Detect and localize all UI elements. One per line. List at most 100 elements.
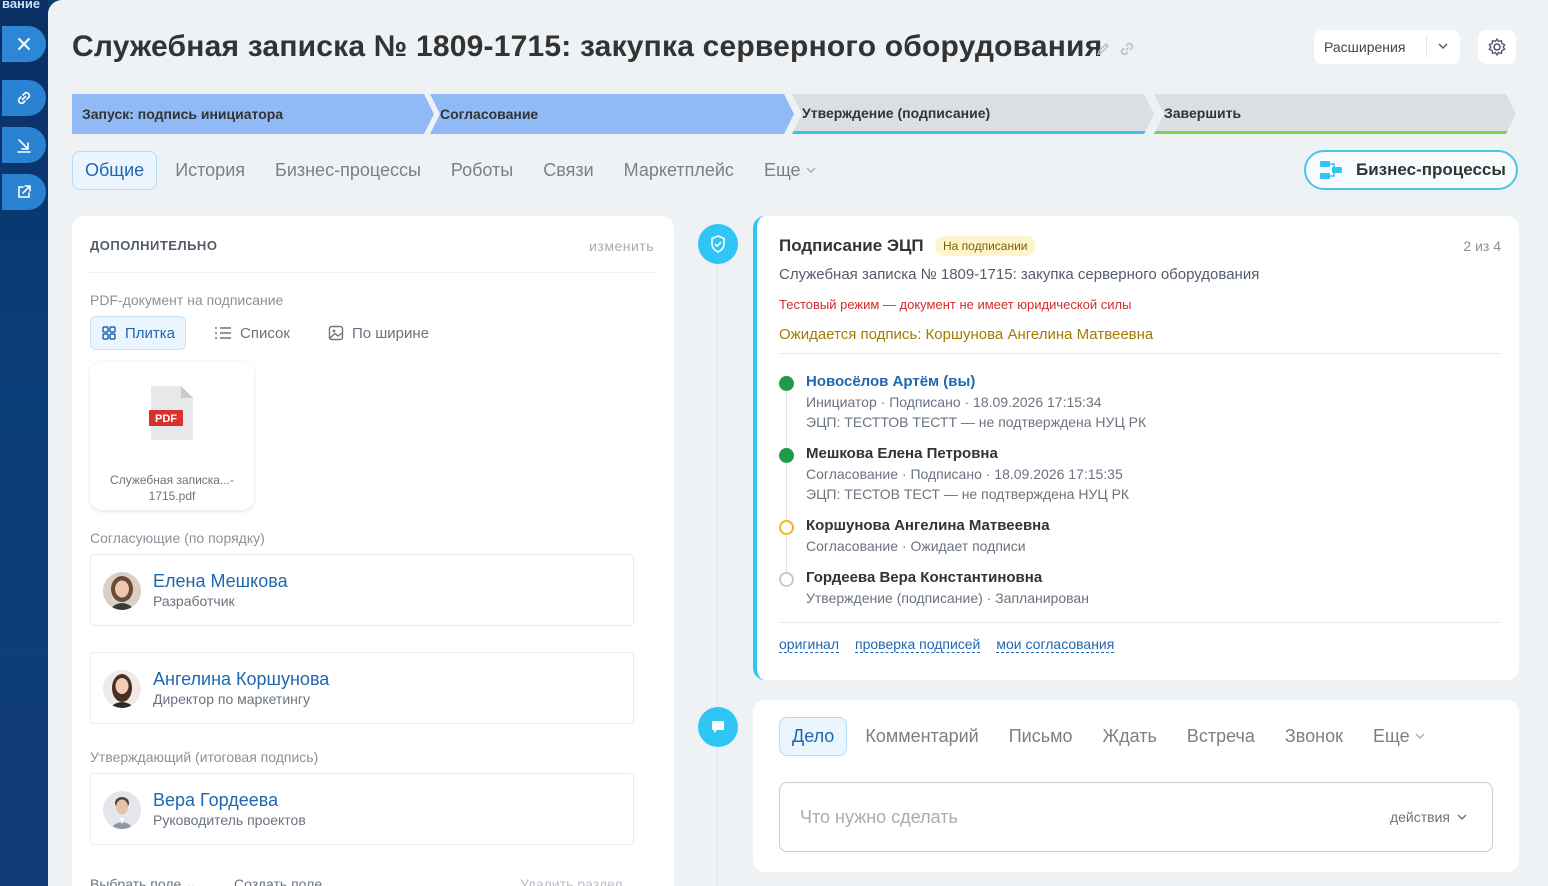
task-input[interactable]: Что нужно сделать действия: [779, 782, 1493, 852]
page-title: Служебная записка № 1809-1715: закупка с…: [72, 30, 1103, 63]
signing-title: Подписание ЭЦП: [779, 236, 924, 255]
approver-name[interactable]: Ангелина Коршунова: [153, 669, 329, 690]
divider: [779, 622, 1501, 623]
list-icon: [215, 327, 232, 339]
rail-top-text: вание: [2, 0, 41, 11]
final-approver-card[interactable]: Вера Гордеева Руководитель проектов: [90, 773, 634, 845]
stage-finish[interactable]: Завершить: [1154, 94, 1516, 134]
view-tile-label: Плитка: [125, 324, 176, 342]
business-processes-button[interactable]: Бизнес-процессы: [1304, 150, 1518, 190]
stage-approval[interactable]: Согласование: [430, 94, 794, 134]
tab-email[interactable]: Письмо: [1009, 726, 1073, 747]
tab-history[interactable]: История: [175, 160, 245, 181]
my-approvals-link[interactable]: мои согласования: [996, 636, 1115, 653]
signer-name: Гордеева Вера Константиновна: [806, 569, 1043, 586]
file-name-line1: Служебная записка...-: [110, 473, 234, 487]
approver-role: Разработчик: [153, 593, 235, 609]
avatar: [103, 791, 141, 829]
approver-card[interactable]: Ангелина Коршунова Директор по маркетинг…: [90, 652, 634, 724]
divider: [779, 353, 1501, 354]
tab-call[interactable]: Звонок: [1285, 726, 1343, 747]
pdf-file-icon: PDF: [149, 386, 193, 440]
actions-label: действия: [1389, 809, 1450, 825]
test-mode-warning: Тестовый режим — документ не имеет юриди…: [779, 297, 1132, 312]
file-name-line2: 1715.pdf: [148, 489, 196, 503]
extensions-button[interactable]: Расширения: [1314, 30, 1460, 64]
tab-more[interactable]: Еще: [764, 160, 817, 181]
comment-icon: [712, 721, 724, 733]
tab-task[interactable]: Дело: [779, 716, 848, 756]
details-panel: ДОПОЛНИТЕЛЬНО изменить PDF-документ на п…: [72, 216, 674, 886]
approver-card[interactable]: Елена Мешкова Разработчик: [90, 554, 634, 626]
view-width-button[interactable]: По ширине: [318, 325, 439, 342]
copy-link-button[interactable]: [2, 80, 46, 116]
section-heading: ДОПОЛНИТЕЛЬНО: [90, 238, 218, 253]
business-process-icon: [1320, 161, 1342, 179]
select-field-label: Выбрать поле: [90, 876, 182, 886]
view-mode-switch: Плитка Список По ширине: [90, 316, 457, 350]
pdf-field-label: PDF-документ на подписание: [90, 292, 284, 308]
chevron-down-icon: [1438, 43, 1448, 50]
avatar: [103, 670, 141, 708]
close-icon: [18, 38, 30, 50]
original-link[interactable]: оригинал: [779, 636, 840, 653]
tab-general[interactable]: Общие: [72, 150, 158, 190]
side-rail: вание: [0, 0, 48, 886]
delete-section-link[interactable]: Удалить раздел: [520, 876, 623, 886]
minimize-button[interactable]: [2, 127, 46, 163]
tab-meeting[interactable]: Встреча: [1187, 726, 1255, 747]
view-list-button[interactable]: Список: [204, 325, 300, 342]
signing-progress: 2 из 4: [1463, 238, 1501, 254]
shield-icon: [711, 235, 725, 253]
waiting-signature: Ожидается подпись: Коршунова Ангелина Ма…: [779, 326, 1154, 343]
stage-launch[interactable]: Запуск: подпись инициатора: [72, 94, 434, 134]
tab-links[interactable]: Связи: [543, 160, 593, 181]
approver-role: Директор по маркетингу: [153, 691, 311, 707]
file-name: Служебная записка...- 1715.pdf: [90, 472, 254, 504]
tab-comment[interactable]: Комментарий: [865, 726, 978, 747]
signing-card: Подписание ЭЦП На подписании 2 из 4 Служ…: [753, 216, 1519, 680]
gear-icon: [1488, 38, 1506, 56]
final-approver-name[interactable]: Вера Гордеева: [153, 790, 278, 811]
create-field-link[interactable]: Создать поле: [234, 876, 322, 886]
view-tile-button[interactable]: Плитка: [90, 316, 187, 350]
signer-certificate: ЭЦП: ТЕСТТОВ ТЕСТТ — не подтверждена НУЦ…: [806, 414, 1147, 430]
extensions-label: Расширения: [1324, 39, 1406, 55]
tab-more-label: Еще: [1372, 725, 1410, 746]
view-list-label: Список: [240, 324, 290, 342]
select-field-link[interactable]: Выбрать поле ⌄: [90, 876, 197, 886]
tab-marketplace[interactable]: Маркетплейс: [624, 160, 734, 181]
tab-robots[interactable]: Роботы: [451, 160, 513, 181]
close-button[interactable]: [2, 26, 46, 62]
edit-section-link[interactable]: изменить: [589, 238, 654, 254]
main-slider: Служебная записка № 1809-1715: закупка с…: [48, 0, 1548, 886]
signer-name[interactable]: Новосёлов Артём (вы): [806, 373, 975, 390]
tab-business-processes[interactable]: Бизнес-процессы: [275, 160, 421, 181]
open-new-window-button[interactable]: [2, 174, 46, 210]
chevron-down-icon: [1457, 814, 1467, 820]
link-icon: [17, 91, 31, 105]
verify-signatures-link[interactable]: проверка подписей: [855, 636, 981, 653]
view-width-label: По ширине: [351, 324, 430, 342]
stage-signing[interactable]: Утверждение (подписание): [792, 94, 1154, 134]
main-tabs: Общие История Бизнес-процессы Роботы Свя…: [72, 150, 847, 190]
settings-button[interactable]: [1478, 30, 1516, 64]
pdf-file-card[interactable]: PDF Служебная записка...- 1715.pdf: [90, 362, 254, 510]
status-badge: На подписании: [935, 236, 1036, 256]
planned-status-dot: [779, 572, 794, 587]
signer-status: Согласование · Ожидает подписи: [806, 538, 1026, 554]
edit-icon[interactable]: [1094, 40, 1112, 58]
tab-more-label: Еще: [763, 159, 801, 180]
signer-certificate: ЭЦП: ТЕСТОВ ТЕСТ — не подтверждена НУЦ Р…: [806, 486, 1130, 502]
copy-link-icon[interactable]: [1118, 40, 1136, 58]
signer-status: Утверждение (подписание) · Запланирован: [806, 590, 1089, 606]
chevron-down-icon: [1415, 733, 1425, 739]
signer-name: Коршунова Ангелина Матвеевна: [806, 517, 1050, 534]
tab-more[interactable]: Еще: [1373, 726, 1426, 747]
tab-wait[interactable]: Ждать: [1102, 726, 1156, 747]
approver-name[interactable]: Елена Мешкова: [153, 571, 288, 592]
final-approver-label: Утверждающий (итоговая подпись): [90, 749, 319, 765]
download-icon: [17, 139, 31, 153]
actions-dropdown[interactable]: действия: [1390, 809, 1468, 825]
chevron-down-icon: [806, 167, 816, 173]
